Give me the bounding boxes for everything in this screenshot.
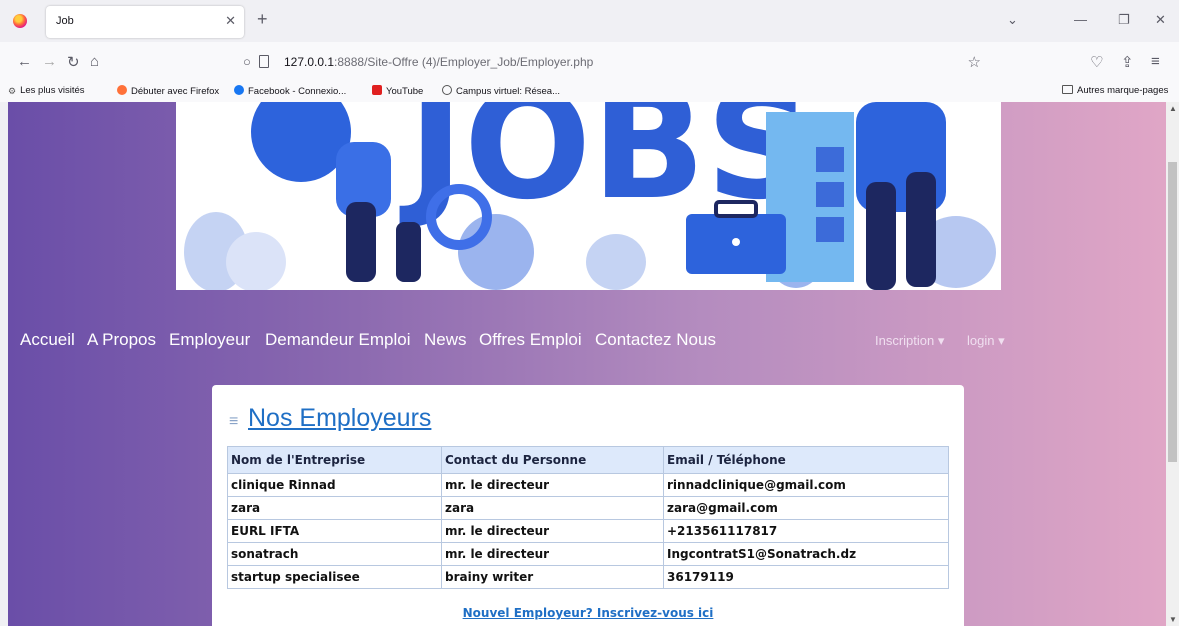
bookmark-star-icon[interactable]: ☆	[968, 53, 981, 71]
cell-email: +213561117817	[663, 519, 949, 543]
nav-accueil[interactable]: Accueil	[20, 330, 75, 350]
close-tab-icon[interactable]: ✕	[225, 13, 236, 29]
cell-email: rinnadclinique@gmail.com	[663, 473, 949, 497]
back-icon[interactable]: ←	[17, 53, 32, 70]
url-text[interactable]: 127.0.0.1:8888/Site-Offre (4)/Employer_J…	[284, 55, 593, 69]
folder-icon	[1062, 85, 1073, 94]
cell-company: EURL IFTA	[227, 519, 442, 543]
nav-a-propos[interactable]: A Propos	[87, 330, 156, 350]
jobs-illustration: JOBS	[176, 102, 1001, 290]
site-nav: Accueil A Propos Employeur Demandeur Emp…	[8, 330, 1008, 354]
page-icon	[259, 55, 269, 68]
other-bookmarks[interactable]: Autres marque-pages	[1062, 85, 1168, 96]
extensions-icon[interactable]: ⇪	[1121, 53, 1134, 71]
header-company: Nom de l'Entreprise	[227, 446, 442, 474]
cell-company: sonatrach	[227, 542, 442, 566]
browser-tab[interactable]: Job ✕	[46, 6, 244, 38]
firefox-icon	[117, 85, 127, 95]
nav-employeur[interactable]: Employeur	[169, 330, 250, 350]
cell-company: startup specialisee	[227, 565, 442, 589]
url-bar[interactable]: ○ 127.0.0.1:8888/Site-Offre (4)/Employer…	[233, 48, 993, 78]
bookmark-firefox[interactable]: Débuter avec Firefox	[117, 85, 219, 97]
forward-icon[interactable]: →	[42, 53, 57, 70]
nav-demandeur-emploi[interactable]: Demandeur Emploi	[265, 330, 411, 350]
bookmark-facebook[interactable]: Facebook - Connexio...	[234, 85, 346, 97]
cell-contact: zara	[441, 496, 664, 520]
tab-list-chevron-icon[interactable]: ⌄	[1007, 12, 1018, 28]
table-row: startup specialisee brainy writer 361791…	[227, 565, 949, 589]
employers-table: Nom de l'Entreprise Contact du Personne …	[227, 446, 949, 589]
list-icon: ≡	[229, 413, 239, 430]
cell-company: zara	[227, 496, 442, 520]
minimize-icon[interactable]: —	[1074, 12, 1087, 27]
login-dropdown[interactable]: login ▾	[967, 333, 1005, 349]
scroll-down-icon[interactable]: ▼	[1169, 615, 1177, 624]
cell-contact: brainy writer	[441, 565, 664, 589]
header-contact: Contact du Personne	[441, 446, 664, 474]
bookmark-campus[interactable]: Campus virtuel: Résea...	[442, 85, 560, 97]
table-row: EURL IFTA mr. le directeur +213561117817	[227, 519, 949, 543]
cell-email: IngcontratS1@Sonatrach.dz	[663, 542, 949, 566]
firefox-logo-icon	[13, 14, 27, 28]
cell-contact: mr. le directeur	[441, 519, 664, 543]
restore-icon[interactable]: ❐	[1118, 12, 1130, 28]
nav-news[interactable]: News	[424, 330, 467, 350]
close-window-icon[interactable]: ✕	[1155, 12, 1166, 28]
home-icon[interactable]: ⌂	[90, 53, 99, 70]
tab-title: Job	[56, 15, 74, 27]
browser-nav-bar: ← → ↻ ⌂ ○ 127.0.0.1:8888/Site-Offre (4)/…	[0, 42, 1179, 82]
employers-card: ≡ Nos Employeurs Nom de l'Entreprise Con…	[212, 385, 964, 626]
header-email-phone: Email / Téléphone	[663, 446, 949, 474]
register-employer-link[interactable]: Nouvel Employeur? Inscrivez-vous ici	[212, 606, 964, 620]
inscription-dropdown[interactable]: Inscription ▾	[875, 333, 944, 349]
cell-company: clinique Rinnad	[227, 473, 442, 497]
cell-contact: mr. le directeur	[441, 542, 664, 566]
bookmark-most-visited[interactable]: ⚙ Les plus visités	[8, 85, 85, 96]
nav-offres-emploi[interactable]: Offres Emploi	[479, 330, 582, 350]
menu-icon[interactable]: ≡	[1151, 53, 1160, 70]
banner-text: JOBS	[399, 102, 814, 233]
jobs-banner: JOBS	[176, 102, 1001, 290]
new-tab-icon[interactable]: +	[257, 10, 268, 28]
shield-icon[interactable]: ○	[243, 54, 251, 69]
cell-email: 36179119	[663, 565, 949, 589]
bookmarks-bar: ⚙ Les plus visités Débuter avec Firefox F…	[0, 82, 1179, 102]
table-row: sonatrach mr. le directeur IngcontratS1@…	[227, 542, 949, 566]
cell-email: zara@gmail.com	[663, 496, 949, 520]
reload-icon[interactable]: ↻	[67, 53, 80, 71]
page-scrollbar[interactable]: ▲ ▼	[1166, 102, 1179, 626]
table-header-row: Nom de l'Entreprise Contact du Personne …	[227, 446, 949, 474]
table-row: clinique Rinnad mr. le directeur rinnadc…	[227, 473, 949, 497]
cell-contact: mr. le directeur	[441, 473, 664, 497]
browser-tab-bar: Job ✕ + ⌄ — ❐ ✕	[0, 0, 1179, 42]
youtube-icon	[372, 85, 382, 95]
page-title[interactable]: Nos Employeurs	[248, 404, 431, 433]
page-content: JOBS Accueil A Propos Employeur Demandeu…	[8, 102, 1166, 626]
scrollbar-thumb[interactable]	[1168, 162, 1177, 462]
facebook-icon	[234, 85, 244, 95]
bookmark-youtube[interactable]: YouTube	[372, 85, 423, 97]
scroll-up-icon[interactable]: ▲	[1169, 104, 1177, 113]
pocket-icon[interactable]: ♡	[1090, 53, 1103, 71]
table-row: zara zara zara@gmail.com	[227, 496, 949, 520]
globe-icon	[442, 85, 452, 95]
gear-icon: ⚙	[8, 86, 17, 96]
nav-contactez-nous[interactable]: Contactez Nous	[595, 330, 716, 350]
